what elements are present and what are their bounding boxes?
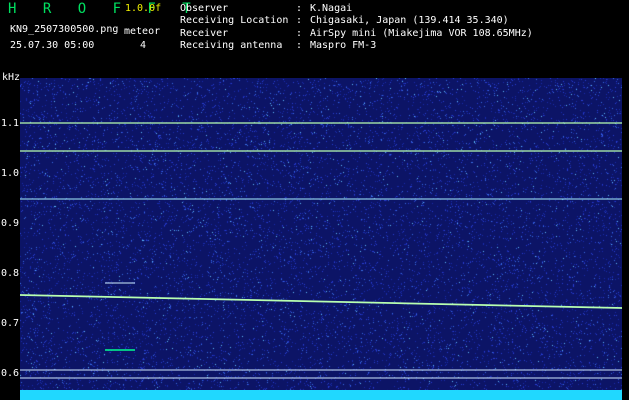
meteor-label: meteor — [124, 26, 161, 37]
y-tick-label: 1.1 — [1, 118, 20, 129]
bottom-noise-band — [20, 390, 622, 400]
date-time: 25.07.30 05:00 — [10, 40, 95, 51]
y-tick-label: 0.6 — [1, 368, 20, 379]
meta-row-receiver: Receiver: AirSpy mini (Miakejima VOR 108.… — [180, 27, 533, 39]
meteor-count: 4 — [140, 40, 147, 51]
app-version: 1.0.0f — [125, 3, 162, 14]
drifting-carrier — [20, 294, 622, 309]
file-name: KN9_2507300500.png — [10, 24, 119, 35]
spectrogram-panel — [20, 78, 622, 394]
y-tick-label: 0.9 — [1, 218, 20, 229]
app-brand: H R O F F T — [8, 1, 200, 17]
y-tick-label: 0.8 — [1, 268, 20, 279]
meta-row-observer: Observer: K.Nagai — [180, 3, 353, 14]
y-axis-unit: kHz — [2, 72, 21, 83]
meta-row-location: Receiving Location: Chigasaki, Japan (139… — [180, 15, 509, 27]
header-panel: H R O F F T 1.0.0f KN9_2507300500.png 25… — [0, 0, 629, 76]
spectrogram-signals — [20, 122, 622, 379]
meta-row-antenna: Receiving antenna: Maspro FM-3 — [180, 40, 377, 52]
y-tick-label: 1.0 — [1, 168, 20, 179]
y-tick-label: 0.7 — [1, 318, 20, 329]
metadata-block: Observer: K.Nagai Receiving Location: Chig… — [180, 3, 533, 53]
